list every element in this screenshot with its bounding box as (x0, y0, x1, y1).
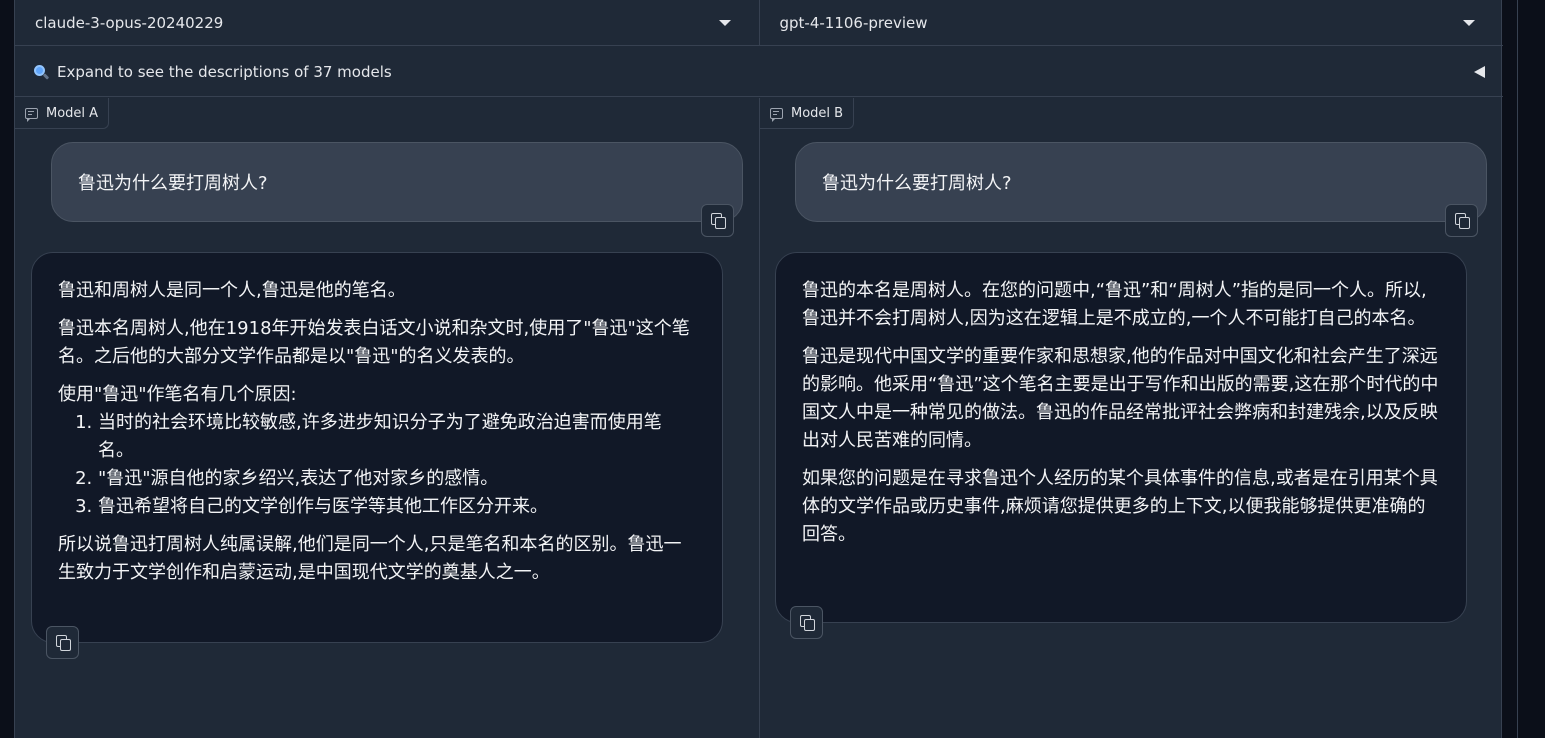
reply-paragraph: 鲁迅的本名是周树人。在您的问题中,“鲁迅”和“周树人”指的是同一个人。所以,鲁迅… (802, 280, 1427, 329)
user-message-text: 鲁迅为什么要打周树人? (822, 173, 1012, 194)
model-b-dropdown[interactable]: gpt-4-1106-preview (758, 0, 1504, 46)
app-frame: claude-3-opus-20240229 gpt-4-1106-previe… (14, 0, 1503, 738)
copy-bot-message-button[interactable] (46, 626, 79, 659)
user-message-text: 鲁迅为什么要打周树人? (78, 173, 268, 194)
copy-user-message-button[interactable] (1445, 204, 1478, 237)
accordion-title: Expand to see the descriptions of 37 mod… (33, 63, 392, 81)
chevron-down-icon (1463, 20, 1475, 26)
bot-message: 鲁迅的本名是周树人。在您的问题中,“鲁迅”和“周树人”指的是同一个人。所以,鲁迅… (775, 252, 1467, 623)
copy-user-message-button[interactable] (701, 204, 734, 237)
scrollbar-track[interactable] (1517, 0, 1518, 738)
triangle-left-icon[interactable] (1474, 65, 1485, 78)
reply-paragraph: 如果您的问题是在寻求鲁迅个人经历的某个具体事件的信息,或者是在引用某个具体的文学… (802, 468, 1438, 545)
panel-label-text: Model B (791, 105, 844, 121)
reply-paragraph: 使用"鲁迅"作笔名有几个原因: (58, 384, 297, 405)
accordion-label: Expand to see the descriptions of 37 mod… (57, 62, 392, 81)
user-message: 鲁迅为什么要打周树人? (51, 142, 743, 222)
model-descriptions-accordion[interactable]: Expand to see the descriptions of 37 mod… (15, 47, 1503, 97)
model-b-selected: gpt-4-1106-preview (779, 14, 928, 32)
reply-list: 当时的社会环境比较敏感,许多进步知识分子为了避免政治迫害而使用笔名。 "鲁迅"源… (58, 409, 696, 521)
bot-message: 鲁迅和周树人是同一个人,鲁迅是他的笔名。 鲁迅本名周树人,他在1918年开始发表… (31, 252, 723, 643)
list-item: "鲁迅"源自他的家乡绍兴,表达了他对家乡的感情。 (98, 465, 696, 493)
panel-label-text: Model A (46, 105, 99, 121)
magnifier-icon (33, 64, 50, 80)
copy-bot-message-button[interactable] (790, 606, 823, 639)
reply-paragraph: 所以说鲁迅打周树人纯属误解,他们是同一个人,只是笔名和本名的区别。鲁迅一生致力于… (58, 534, 682, 583)
model-a-dropdown[interactable]: claude-3-opus-20240229 (15, 0, 759, 46)
user-message: 鲁迅为什么要打周树人? (795, 142, 1487, 222)
chat-bubble-icon (25, 107, 38, 122)
chat-panel-model-a: Model A 鲁迅为什么要打周树人? 鲁迅和周树人是同一个人,鲁迅是他的笔名。… (15, 98, 758, 738)
panel-label: Model B (760, 98, 855, 129)
reply-paragraph: 鲁迅和周树人是同一个人,鲁迅是他的笔名。 (58, 280, 406, 301)
list-item: 当时的社会环境比较敏感,许多进步知识分子为了避免政治迫害而使用笔名。 (98, 409, 696, 465)
model-selector-row: claude-3-opus-20240229 gpt-4-1106-previe… (15, 0, 1503, 46)
reply-paragraph: 鲁迅是现代中国文学的重要作家和思想家,他的作品对中国文化和社会产生了深远的影响。… (802, 346, 1439, 451)
list-item: 鲁迅希望将自己的文学创作与医学等其他工作区分开来。 (98, 493, 696, 521)
chevron-down-icon (718, 20, 731, 26)
chat-panel-model-b: Model B 鲁迅为什么要打周树人? 鲁迅的本名是周树人。在您的问题中,“鲁迅… (759, 98, 1503, 738)
chat-bubble-icon (770, 107, 783, 122)
model-a-selected: claude-3-opus-20240229 (35, 14, 224, 32)
reply-paragraph: 鲁迅本名周树人,他在1918年开始发表白话文小说和杂文时,使用了"鲁迅"这个笔名… (58, 318, 690, 367)
panel-label: Model A (15, 98, 110, 129)
